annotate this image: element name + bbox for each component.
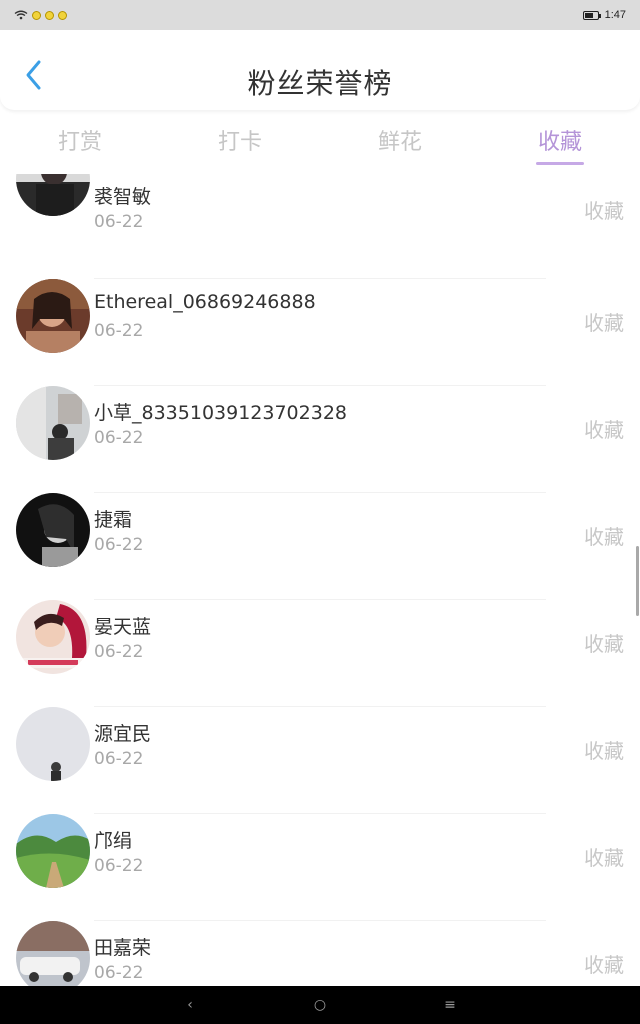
tab-label: 收藏 — [537, 130, 582, 155]
action-label: 收藏 — [584, 311, 624, 335]
status-bar: 1:47 — [0, 0, 640, 30]
scrollbar[interactable] — [636, 546, 639, 616]
action-label: 收藏 — [584, 199, 624, 223]
avatar[interactable] — [16, 814, 90, 888]
tab-bar: 打赏 打卡 鲜花 收藏 — [0, 112, 640, 174]
action-label: 收藏 — [584, 632, 624, 656]
tab-favorites[interactable]: 收藏 — [480, 112, 640, 174]
list-item[interactable]: 小草_83351039123702328 06-22 收藏 — [0, 386, 640, 493]
date-text: 06-22 — [94, 212, 144, 232]
list-item[interactable]: Ethereal_06869246888 06-22 收藏 — [0, 279, 640, 386]
action-label: 收藏 — [584, 739, 624, 763]
list-item[interactable]: 裘智敏 06-22 收藏 — [0, 174, 640, 279]
avatar[interactable] — [16, 386, 90, 460]
back-icon: ‹ — [187, 997, 193, 1013]
system-nav-bar: ‹ ○ ≡ — [0, 986, 640, 1024]
user-name: 捷霜 — [94, 509, 133, 531]
tab-checkin[interactable]: 打卡 — [160, 112, 320, 174]
wifi-icon — [14, 10, 28, 20]
date-text: 06-22 — [94, 321, 144, 341]
notification-icon — [45, 10, 54, 20]
user-name: 田嘉荣 — [94, 937, 152, 959]
tab-reward[interactable]: 打赏 — [0, 112, 160, 174]
user-name: 源宜民 — [94, 723, 152, 745]
list-item[interactable]: 邝绢 06-22 收藏 — [0, 814, 640, 921]
avatar[interactable] — [16, 493, 90, 567]
avatar[interactable] — [16, 279, 90, 353]
notification-icon — [32, 10, 41, 20]
action-label: 收藏 — [584, 525, 624, 549]
tab-active-indicator — [536, 162, 584, 165]
tab-label: 打卡 — [217, 130, 262, 155]
list-item[interactable]: 源宜民 06-22 收藏 — [0, 707, 640, 814]
status-time: 1:47 — [604, 9, 626, 21]
user-name: Ethereal_06869246888 — [94, 291, 316, 313]
header: 粉丝荣誉榜 — [0, 30, 640, 110]
page-title: 粉丝荣誉榜 — [247, 67, 393, 100]
user-name: 小草_83351039123702328 — [94, 402, 348, 424]
user-name: 晏天蓝 — [94, 616, 152, 638]
date-text: 06-22 — [94, 963, 144, 983]
date-text: 06-22 — [94, 749, 144, 769]
list-item[interactable]: 田嘉荣 06-22 收藏 — [0, 921, 640, 986]
nav-back-button[interactable]: ‹ — [125, 986, 255, 1024]
fan-list: 裘智敏 06-22 收藏 Ethereal_06869246888 06-22 … — [0, 174, 640, 986]
action-label: 收藏 — [584, 418, 624, 442]
date-text: 06-22 — [94, 856, 144, 876]
action-label: 收藏 — [584, 846, 624, 870]
status-right: 1:47 — [582, 9, 626, 21]
list-item[interactable]: 捷霜 06-22 收藏 — [0, 493, 640, 600]
avatar[interactable] — [16, 707, 90, 781]
date-text: 06-22 — [94, 428, 144, 448]
nav-home-button[interactable]: ○ — [255, 986, 385, 1024]
battery-fill — [584, 12, 593, 18]
user-name: 邝绢 — [94, 830, 133, 852]
action-label: 收藏 — [584, 953, 624, 977]
date-text: 06-22 — [94, 535, 144, 555]
list-item[interactable]: 晏天蓝 06-22 收藏 — [0, 600, 640, 707]
user-name: 裘智敏 — [94, 186, 152, 208]
notification-icon — [58, 10, 67, 20]
avatar[interactable] — [16, 174, 90, 216]
avatar[interactable] — [16, 600, 90, 674]
nav-menu-button[interactable]: ≡ — [385, 986, 515, 1024]
date-text: 06-22 — [94, 642, 144, 662]
tab-flowers[interactable]: 鲜花 — [320, 112, 480, 174]
status-left — [14, 10, 67, 20]
tab-label: 鲜花 — [377, 130, 422, 155]
menu-icon: ≡ — [444, 997, 456, 1013]
battery-icon — [582, 10, 601, 20]
avatar[interactable] — [16, 921, 90, 986]
home-icon: ○ — [313, 997, 327, 1013]
tab-label: 打赏 — [57, 130, 102, 155]
